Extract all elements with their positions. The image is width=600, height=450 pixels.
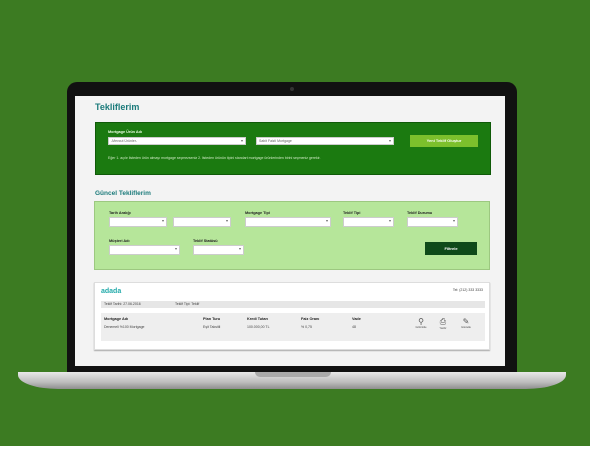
- phone: Tel: (212) 333 3333: [452, 288, 483, 292]
- offer-status-filter[interactable]: [193, 245, 244, 255]
- laptop-screen: Tekliflerim Mortgage Ürün Adı -Mevcut Ür…: [75, 96, 505, 366]
- mortgage-type-label: Mortgage Tipi: [245, 211, 270, 215]
- col-header: Kredi Tutarı: [247, 317, 269, 321]
- print-icon: ⎙: [439, 317, 447, 326]
- cell: Denemeli %100 Mortgage: [104, 325, 145, 329]
- new-offer-panel: Mortgage Ürün Adı -Mevcut Ürünler- Sabit…: [95, 122, 491, 175]
- filter-button[interactable]: Filtrele: [425, 242, 477, 255]
- hint-text: Eğer 1. açılır listeden ürün almayı mort…: [108, 156, 321, 160]
- action-label: Görüntüle: [415, 326, 427, 329]
- offer-state-filter[interactable]: [407, 217, 458, 227]
- col-header: Plan Turu: [203, 317, 221, 321]
- print-action[interactable]: ⎙ Yazdır: [435, 317, 451, 330]
- customer-name: adada: [101, 288, 122, 295]
- date-to-input[interactable]: [173, 217, 231, 227]
- camera: [290, 87, 294, 91]
- cell: % 0,75: [301, 325, 312, 329]
- cell: 100.000,00 TL: [247, 325, 270, 329]
- cell: Eşit Taksitli: [203, 325, 221, 329]
- offer-type-label: Teklif Tipi: [343, 211, 361, 215]
- edit-action[interactable]: ✎ Güncelle: [457, 317, 475, 329]
- customer-label: Müşteri Adı: [109, 239, 130, 243]
- page-title: Tekliflerim: [95, 102, 140, 112]
- mortgage-type-filter[interactable]: [245, 217, 331, 227]
- offer-card: adada Tel: (212) 333 3333 Teklif Tarihi:…: [94, 282, 490, 350]
- search-icon: ⚲: [418, 317, 424, 326]
- offer-status-label: Teklif Statüsü: [193, 239, 218, 243]
- new-offer-button[interactable]: Yeni Teklif Oluştur: [410, 135, 478, 147]
- date-range-label: Tarih Aralığı: [109, 211, 131, 215]
- col-header: Faiz Oranı: [301, 317, 320, 321]
- customer-input[interactable]: [109, 245, 180, 255]
- product-select[interactable]: -Mevcut Ürünler-: [108, 137, 246, 145]
- product-label: Mortgage Ürün Adı: [108, 130, 143, 134]
- edit-icon: ✎: [462, 317, 470, 326]
- cell: 48: [352, 325, 356, 329]
- col-header: Vade: [352, 317, 361, 321]
- date-from-input[interactable]: [109, 217, 167, 227]
- offer-state-label: Teklif Durumu: [407, 211, 433, 215]
- col-header: Mortgage Adı: [104, 317, 129, 321]
- laptop-notch: [255, 372, 331, 377]
- action-label: Güncelle: [461, 326, 471, 329]
- mortgage-type-select[interactable]: Sabit Faizli Mortgage: [256, 137, 394, 145]
- section-title: Güncel Tekliflerim: [95, 190, 151, 197]
- view-action[interactable]: ⚲ Görüntüle: [413, 317, 429, 329]
- action-label: Yazdır: [439, 327, 447, 330]
- offer-type-filter[interactable]: [343, 217, 394, 227]
- offer-date: Teklif Tarihi: 27.06.2016: [104, 302, 141, 306]
- filter-panel: Tarih Aralığı Mortgage Tipi Teklif Tipi …: [94, 201, 490, 270]
- offer-type: Teklif Tipi: Teklif: [175, 302, 200, 306]
